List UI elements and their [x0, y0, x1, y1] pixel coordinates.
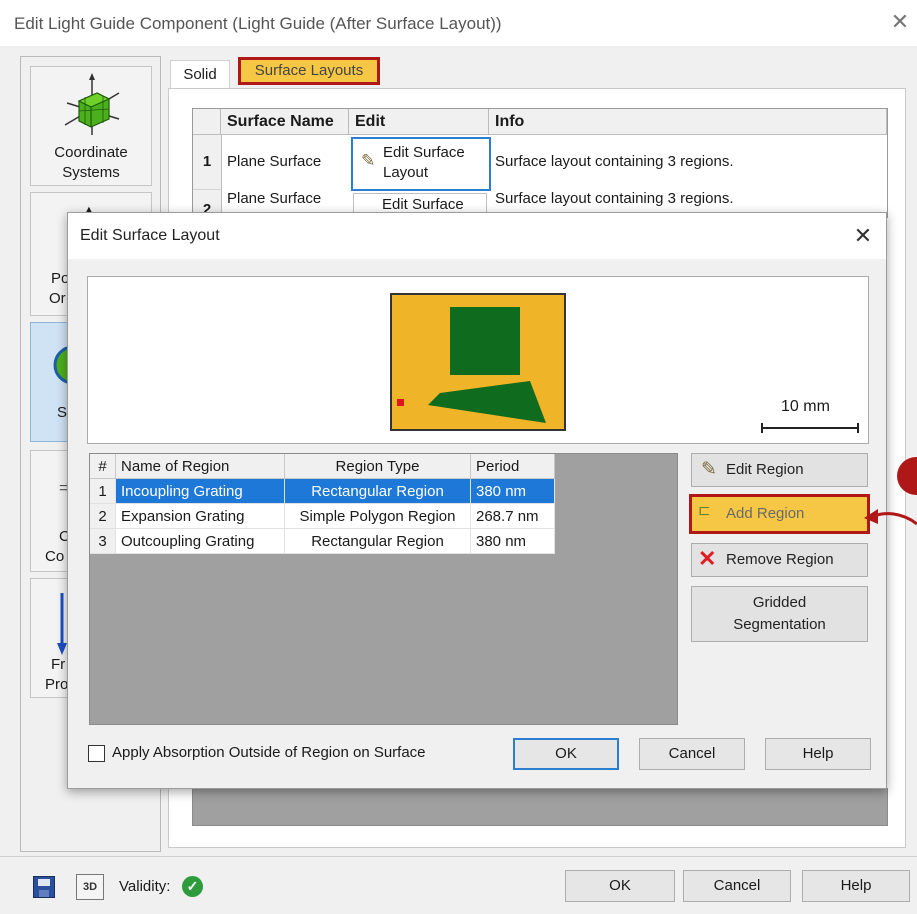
pencil-icon: ✎ [701, 459, 717, 480]
remove-region-button[interactable]: ✕ Remove Region [691, 543, 868, 577]
button-label-line1: Edit Surface [383, 144, 465, 161]
row-number: 1 [193, 135, 222, 190]
red-x-icon: ✕ [698, 546, 717, 571]
table-corner [193, 109, 221, 135]
dialog-ok-button[interactable]: OK [513, 738, 619, 770]
surface-name: Plane Surface [227, 190, 322, 207]
table-row[interactable]: 1 Incoupling Grating Rectangular Region … [90, 479, 555, 504]
region-name: Outcoupling Grating [116, 529, 285, 554]
window-title: Edit Light Guide Component (Light Guide … [14, 14, 502, 33]
row-number: 3 [90, 529, 116, 554]
absorption-checkbox-label: Apply Absorption Outside of Region on Su… [112, 744, 426, 761]
help-button[interactable]: Help [802, 870, 910, 902]
region-type: Simple Polygon Region [285, 504, 471, 529]
surface-info: Surface layout containing 3 regions. [495, 190, 734, 207]
dialog-close-button[interactable]: ✕ [850, 223, 876, 249]
add-region-icon: ⊏ [698, 502, 711, 519]
surface-preview: 10 mm [87, 276, 869, 444]
button-label-line2: Layout [383, 164, 429, 181]
edit-surface-layout-button[interactable]: ✎ Edit Surface Layout [351, 137, 491, 191]
window-close-button[interactable]: ✕ [888, 10, 912, 34]
tab-solid[interactable]: Solid [170, 60, 230, 88]
cancel-button[interactable]: Cancel [683, 870, 791, 902]
edit-region-button[interactable]: ✎ Edit Region [691, 453, 868, 487]
window-titlebar: Edit Light Guide Component (Light Guide … [0, 0, 917, 46]
nav-label-line2: Systems [62, 164, 120, 181]
footer-divider [0, 856, 917, 857]
3d-view-icon[interactable]: 3D [76, 874, 104, 900]
dialog-title: Edit Surface Layout [80, 227, 220, 244]
region-name: Expansion Grating [116, 504, 285, 529]
button-label-line1: Gridded [752, 594, 807, 611]
region-period: 268.7 nm [471, 504, 555, 529]
add-region-button[interactable]: ⊏ Add Region [689, 494, 870, 534]
table-row[interactable]: 3 Outcoupling Grating Rectangular Region… [90, 529, 555, 554]
row-number: 1 [90, 479, 116, 504]
table-empty-area [192, 788, 888, 826]
surface-info: Surface layout containing 3 regions. [495, 153, 734, 170]
coordinate-systems-icon [64, 73, 120, 135]
save-icon[interactable] [33, 876, 55, 898]
region-period: 380 nm [471, 479, 555, 504]
column-header: # [90, 454, 116, 479]
surface-table: Surface Name Edit Info 1 Plane Surface ✎… [192, 108, 888, 221]
nav-coordinate-systems[interactable]: Coordinate Systems [30, 66, 152, 186]
tab-surface-layouts[interactable]: Surface Layouts [238, 57, 380, 85]
button-label: Remove Region [726, 551, 834, 568]
column-header: Info [489, 109, 887, 135]
annotation-callout [864, 457, 917, 526]
region-outcoupling [450, 307, 520, 375]
gridded-segmentation-button[interactable]: Gridded Segmentation [691, 586, 868, 642]
dialog-cancel-button[interactable]: Cancel [639, 738, 745, 770]
table-row[interactable]: 2 Expansion Grating Simple Polygon Regio… [90, 504, 555, 529]
dialog-help-button[interactable]: Help [765, 738, 871, 770]
button-label-line2: Segmentation [733, 616, 826, 633]
region-incoupling-marker [397, 399, 404, 406]
nav-label-line1: Coordinate [54, 144, 128, 161]
dialog-titlebar: Edit Surface Layout ✕ [68, 213, 886, 259]
button-label: Edit Region [726, 461, 804, 478]
region-type: Rectangular Region [285, 479, 471, 504]
validity-label: Validity: [119, 878, 171, 895]
row-number: 2 [90, 504, 116, 529]
edit-surface-layout-dialog: Edit Surface Layout ✕ 10 mm # Name of Re… [67, 212, 887, 789]
region-period: 380 nm [471, 529, 555, 554]
column-header: Period [471, 454, 555, 479]
column-header: Name of Region [116, 454, 285, 479]
region-type: Rectangular Region [285, 529, 471, 554]
scale-bar [761, 423, 859, 433]
pencil-icon: ✎ [361, 151, 376, 170]
absorption-checkbox[interactable] [88, 745, 105, 762]
button-label-line1: Edit Surface [382, 196, 464, 213]
column-header: Region Type [285, 454, 471, 479]
button-label: Add Region [726, 505, 805, 522]
layout-preview-canvas [390, 293, 566, 431]
validity-check-icon: ✓ [182, 876, 203, 897]
column-header: Edit [349, 109, 489, 135]
fresnel-icon [57, 593, 67, 655]
region-name: Incoupling Grating [116, 479, 285, 504]
scale-label: 10 mm [781, 398, 830, 415]
ok-button[interactable]: OK [565, 870, 675, 902]
regions-table: # Name of Region Region Type Period 1 In… [89, 453, 678, 725]
surface-name: Plane Surface [227, 153, 322, 170]
column-header: Surface Name [221, 109, 349, 135]
